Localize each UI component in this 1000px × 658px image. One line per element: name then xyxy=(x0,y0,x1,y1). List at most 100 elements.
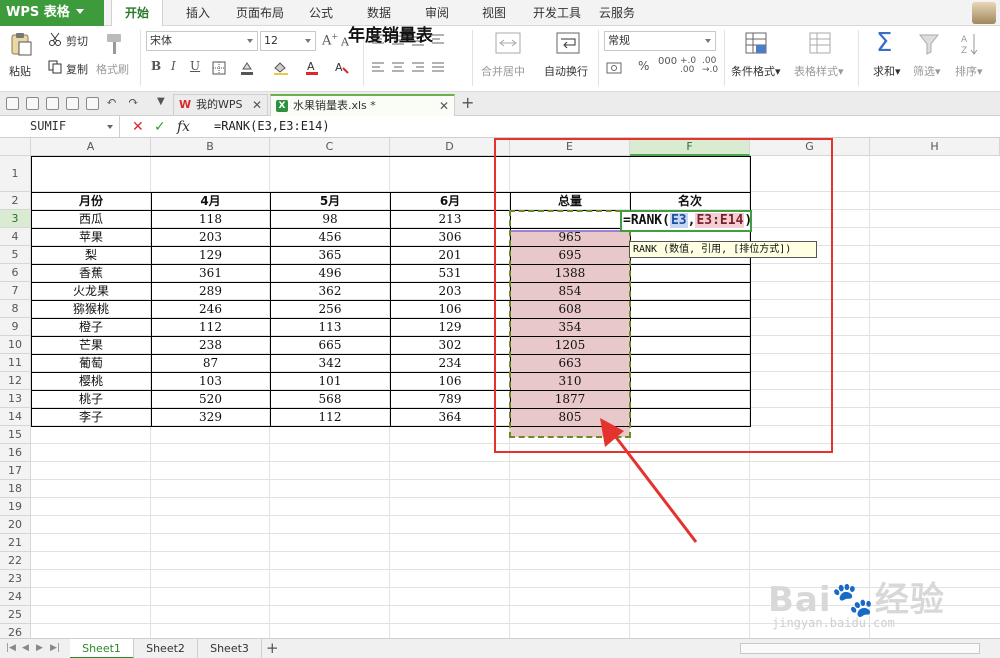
table-cell[interactable]: 梨 xyxy=(31,246,151,264)
table-cell[interactable]: 302 xyxy=(390,336,510,354)
table-cell[interactable]: 213 xyxy=(390,210,510,228)
table-header-cell[interactable]: 总量 xyxy=(510,192,630,210)
table-cell[interactable]: 342 xyxy=(270,354,390,372)
column-header-e[interactable]: E xyxy=(510,138,630,156)
new-tab-button[interactable]: + xyxy=(461,93,474,112)
prev-sheet-icon[interactable]: ◀ xyxy=(22,643,29,653)
table-cell[interactable]: 129 xyxy=(390,318,510,336)
column-header-a[interactable]: A xyxy=(31,138,151,156)
table-cell[interactable]: 234 xyxy=(390,354,510,372)
table-cell[interactable]: 364 xyxy=(390,408,510,426)
table-cell[interactable]: 531 xyxy=(390,264,510,282)
row-header-9[interactable]: 9 xyxy=(0,318,31,336)
table-header-cell[interactable]: 5月 xyxy=(270,192,390,210)
row-header-3[interactable]: 3 xyxy=(0,210,31,228)
sort-button[interactable]: 排序▾ xyxy=(955,63,983,79)
table-cell[interactable]: 306 xyxy=(390,228,510,246)
doc-tab-my-wps[interactable]: W 我的WPS ✕ xyxy=(173,94,268,116)
table-header-cell[interactable]: 6月 xyxy=(390,192,510,210)
next-sheet-icon[interactable]: ▶ xyxy=(36,643,43,653)
table-header-cell[interactable]: 4月 xyxy=(151,192,270,210)
table-cell[interactable]: 桃子 xyxy=(31,390,151,408)
clear-format-icon[interactable]: A xyxy=(334,60,350,75)
table-cell[interactable]: 1205 xyxy=(510,336,630,354)
table-cell[interactable]: 365 xyxy=(270,246,390,264)
border-icon[interactable] xyxy=(212,61,226,75)
row-header-5[interactable]: 5 xyxy=(0,246,31,264)
table-cell[interactable]: 203 xyxy=(151,228,270,246)
table-cell[interactable]: 520 xyxy=(151,390,270,408)
table-cell[interactable]: 101 xyxy=(270,372,390,390)
table-cell[interactable]: 猕猴桃 xyxy=(31,300,151,318)
table-cell[interactable]: 663 xyxy=(510,354,630,372)
row-header-22[interactable]: 22 xyxy=(0,552,31,570)
table-cell[interactable]: 246 xyxy=(151,300,270,318)
row-header-10[interactable]: 10 xyxy=(0,336,31,354)
row-header-19[interactable]: 19 xyxy=(0,498,31,516)
table-header-cell[interactable]: 月份 xyxy=(31,192,151,210)
table-cell[interactable]: 310 xyxy=(510,372,630,390)
column-header-c[interactable]: C xyxy=(270,138,390,156)
row-header-25[interactable]: 25 xyxy=(0,606,31,624)
row-header-23[interactable]: 23 xyxy=(0,570,31,588)
save-icon[interactable] xyxy=(26,97,39,110)
row-header-14[interactable]: 14 xyxy=(0,408,31,426)
name-box[interactable]: SUMIF xyxy=(0,116,120,138)
row-header-15[interactable]: 15 xyxy=(0,426,31,444)
close-icon[interactable]: ✕ xyxy=(439,96,449,116)
column-header-f[interactable]: F xyxy=(630,138,750,156)
table-cell[interactable]: 1877 xyxy=(510,390,630,408)
row-header-26[interactable]: 26 xyxy=(0,624,31,638)
fill-bucket-icon[interactable] xyxy=(273,61,289,75)
undo-icon[interactable]: ↶ xyxy=(106,95,117,110)
table-cell[interactable]: 112 xyxy=(151,318,270,336)
column-header-h[interactable]: H xyxy=(870,138,1000,156)
table-cell[interactable]: 805 xyxy=(510,408,630,426)
print-preview-icon[interactable] xyxy=(66,97,79,110)
increase-decimal-icon[interactable]: +.0.00 xyxy=(680,57,696,75)
row-header-16[interactable]: 16 xyxy=(0,444,31,462)
user-avatar[interactable] xyxy=(972,2,996,24)
insert-function-icon[interactable]: fx xyxy=(177,118,190,136)
preview-icon[interactable] xyxy=(86,97,99,110)
filter-button[interactable]: 筛选▾ xyxy=(913,63,941,79)
table-cell[interactable]: 芒果 xyxy=(31,336,151,354)
sheet-tab-1[interactable]: Sheet1 xyxy=(70,639,134,658)
conditional-format-button[interactable]: 条件格式▾ xyxy=(731,63,781,79)
row-header-17[interactable]: 17 xyxy=(0,462,31,480)
table-cell[interactable]: 1388 xyxy=(510,264,630,282)
table-cell[interactable]: 129 xyxy=(151,246,270,264)
sheet-tab-2[interactable]: Sheet2 xyxy=(134,639,198,658)
row-header-8[interactable]: 8 xyxy=(0,300,31,318)
table-cell[interactable]: 201 xyxy=(390,246,510,264)
comma-style-icon[interactable]: 000 xyxy=(658,56,677,67)
table-cell[interactable]: 103 xyxy=(151,372,270,390)
table-cell[interactable]: 854 xyxy=(510,282,630,300)
table-cell[interactable]: 118 xyxy=(151,210,270,228)
table-cell[interactable]: 113 xyxy=(270,318,390,336)
table-cell[interactable]: 李子 xyxy=(31,408,151,426)
decrease-decimal-icon[interactable]: .00 →.0 xyxy=(702,57,718,75)
active-cell-editor[interactable]: =RANK(E3,E3:E14) xyxy=(620,210,752,232)
table-cell[interactable]: 樱桃 xyxy=(31,372,151,390)
sheet-tab-3[interactable]: Sheet3 xyxy=(198,639,262,658)
row-header-4[interactable]: 4 xyxy=(0,228,31,246)
table-cell[interactable]: 456 xyxy=(270,228,390,246)
underline-button[interactable]: U xyxy=(190,59,200,73)
font-color-icon[interactable]: A xyxy=(305,60,319,75)
table-cell[interactable]: 361 xyxy=(151,264,270,282)
row-header-13[interactable]: 13 xyxy=(0,390,31,408)
table-cell[interactable]: 203 xyxy=(390,282,510,300)
table-cell[interactable]: 496 xyxy=(270,264,390,282)
table-cell[interactable]: 98 xyxy=(270,210,390,228)
bold-button[interactable]: B xyxy=(151,59,161,73)
row-header-12[interactable]: 12 xyxy=(0,372,31,390)
row-header-18[interactable]: 18 xyxy=(0,480,31,498)
table-cell[interactable]: 362 xyxy=(270,282,390,300)
open-folder-icon[interactable] xyxy=(6,97,19,110)
last-sheet-icon[interactable]: ▶| xyxy=(50,643,60,653)
row-header-11[interactable]: 11 xyxy=(0,354,31,372)
row-header-6[interactable]: 6 xyxy=(0,264,31,282)
table-cell[interactable]: 608 xyxy=(510,300,630,318)
table-cell[interactable]: 106 xyxy=(390,372,510,390)
